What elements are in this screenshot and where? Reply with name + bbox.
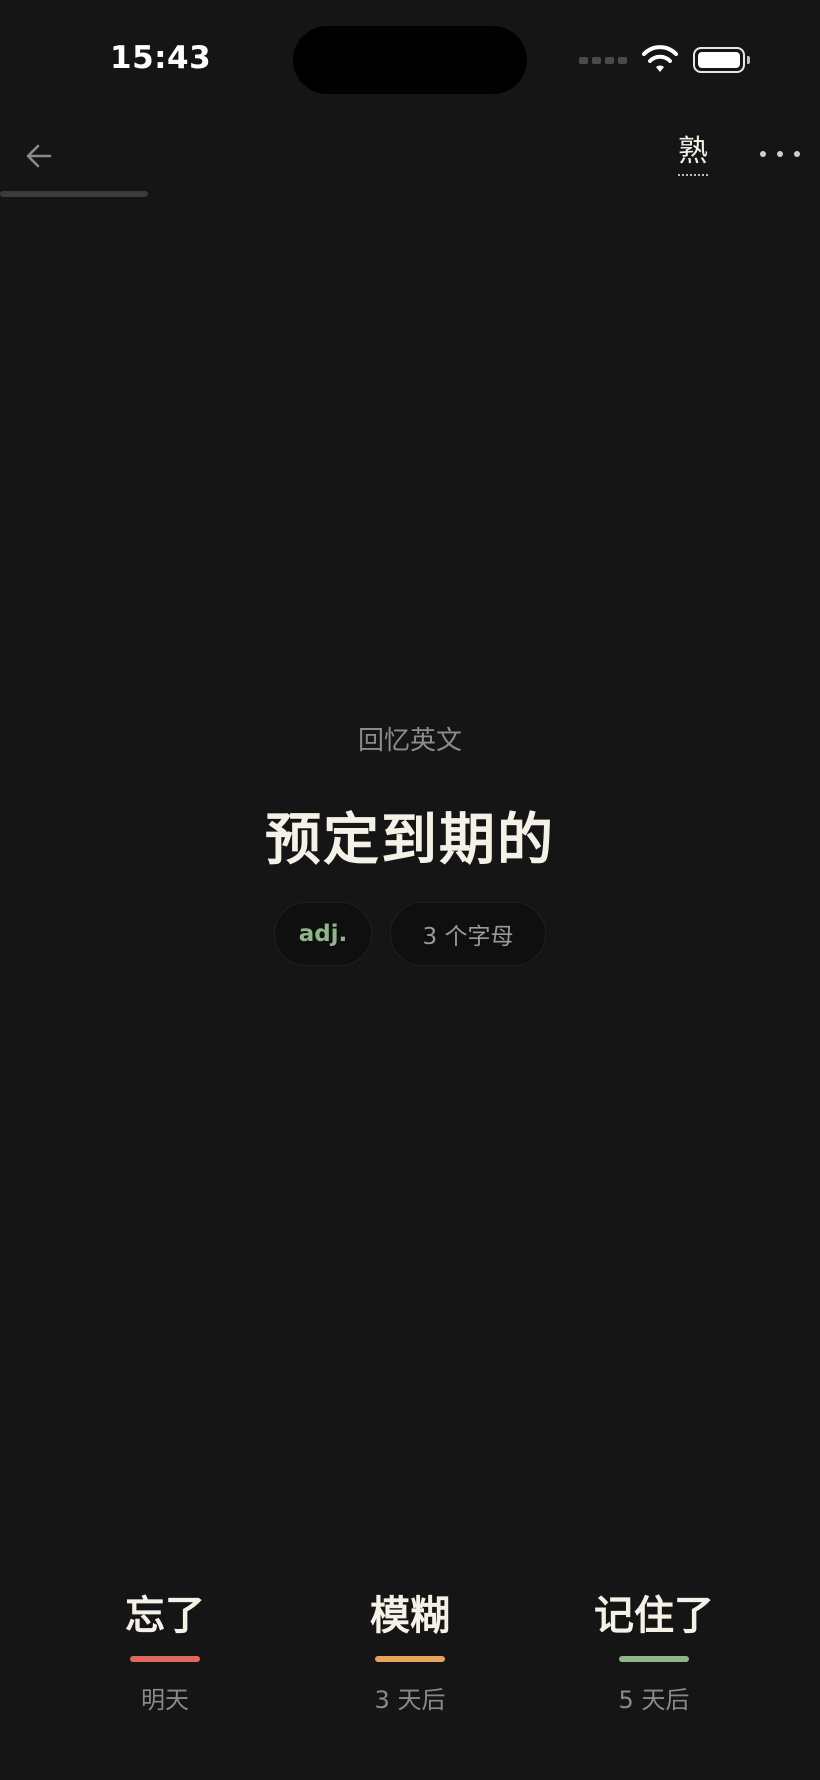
progress-bar [0,191,820,197]
progress-fill [0,191,148,197]
forgot-label: 忘了 [125,1593,205,1639]
status-icons [579,44,750,76]
letter-count-chip: 3 个字母 [390,902,546,966]
prompt-label: 回忆英文 [357,726,462,756]
remembered-button[interactable]: 记住了 5 天后 [554,1590,754,1715]
vague-label: 模糊 [370,1593,450,1639]
vague-interval: 3 天后 [374,1686,446,1714]
forgot-color-bar [130,1656,200,1662]
forgot-button[interactable]: 忘了 明天 [65,1590,265,1715]
battery-icon [693,47,750,73]
word-hints: adj. 3 个字母 [0,902,820,966]
dynamic-island [293,26,527,94]
mark-familiar-button[interactable]: 熟 [668,132,718,182]
cellular-signal-icon [579,56,627,64]
remembered-interval: 5 天后 [618,1686,690,1714]
remembered-color-bar [619,1656,689,1662]
more-options-icon[interactable] [760,140,800,168]
mark-familiar-label: 熟 [678,134,708,169]
wifi-icon [642,45,678,72]
forgot-interval: 明天 [141,1686,189,1714]
vague-color-bar [375,1656,445,1662]
status-time: 15:43 [110,40,212,76]
review-screen: 15:43 熟 回忆英文 预定到期的 adj. 3 个字母 忘了 明天 模糊 3… [0,0,820,1780]
vague-button[interactable]: 模糊 3 天后 [310,1590,510,1715]
remembered-label: 记住了 [594,1593,714,1639]
recall-actions: 忘了 明天 模糊 3 天后 记住了 5 天后 [0,1590,820,1720]
dotted-underline [678,174,708,176]
part-of-speech-chip: adj. [274,902,372,966]
word-meaning: 预定到期的 [265,808,555,873]
back-arrow-icon[interactable] [20,136,60,176]
